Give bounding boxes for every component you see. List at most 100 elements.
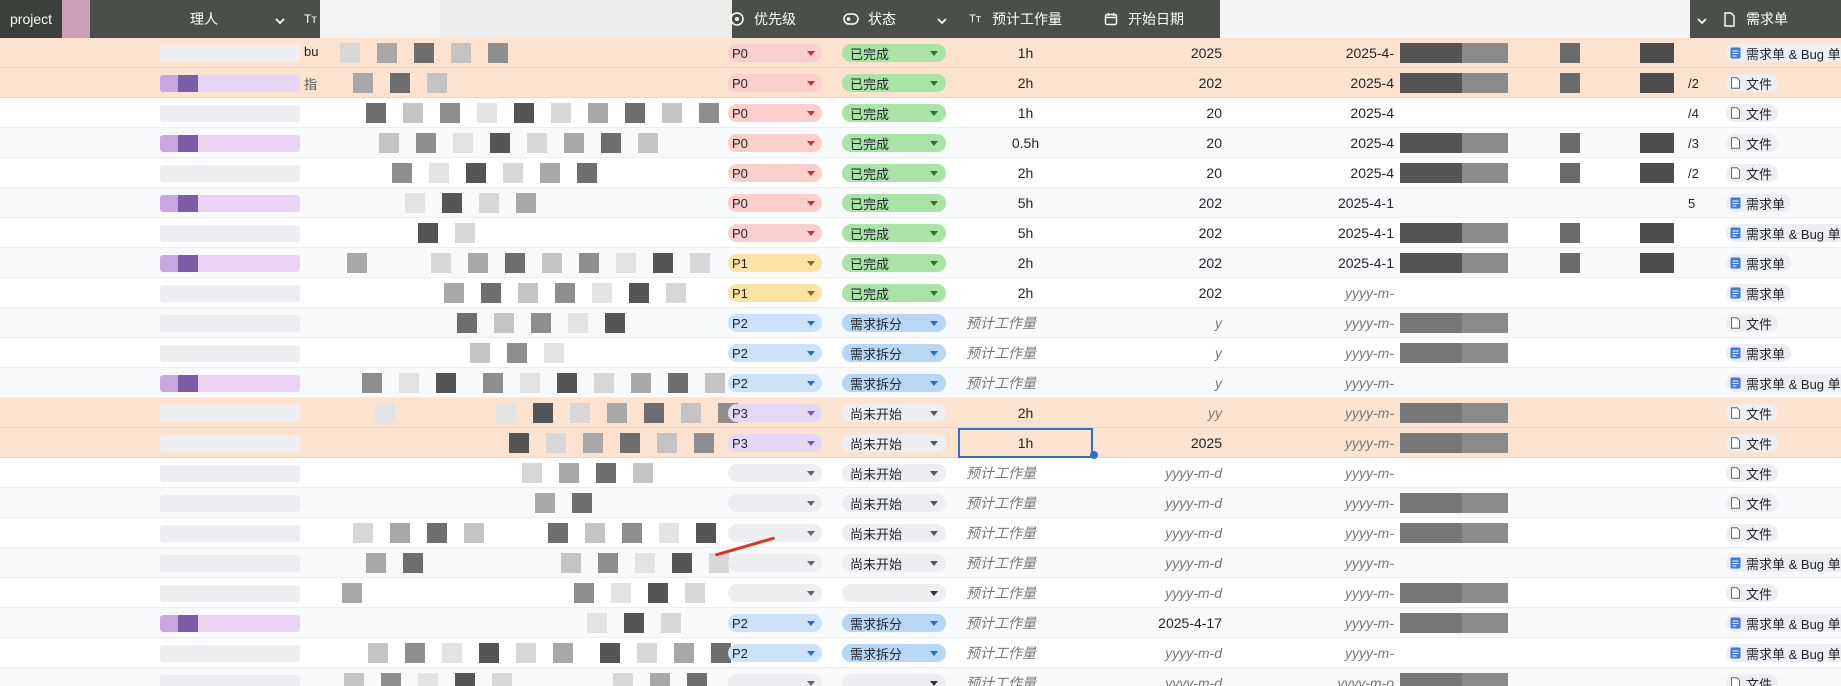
effort-cell[interactable]: 2h bbox=[958, 278, 1093, 308]
chevron-down-icon[interactable] bbox=[936, 13, 948, 29]
priority-cell[interactable]: P2 bbox=[728, 338, 824, 368]
requirement-cell[interactable]: 文件 bbox=[1720, 158, 1841, 188]
start-date-cell[interactable]: y bbox=[1100, 368, 1240, 398]
status-select[interactable]: 已完成 bbox=[842, 104, 946, 122]
start-date-cell[interactable]: yy bbox=[1100, 398, 1240, 428]
requirement-tag[interactable]: 文件 bbox=[1726, 494, 1779, 512]
start-date-cell[interactable]: 202 bbox=[1100, 278, 1240, 308]
header-owner[interactable]: 理人 bbox=[150, 0, 298, 38]
header-chevron[interactable] bbox=[1686, 0, 1716, 38]
requirement-cell[interactable]: 需求单 & Bug 单 bbox=[1720, 548, 1841, 578]
effort-cell[interactable]: 0.5h bbox=[958, 128, 1093, 158]
chevron-down-icon[interactable] bbox=[807, 530, 815, 536]
requirement-cell[interactable]: 需求单 & Bug 单 bbox=[1720, 38, 1841, 68]
end-date-cell[interactable]: yyyy-m- bbox=[1260, 278, 1400, 308]
status-select[interactable]: 已完成 bbox=[842, 134, 946, 152]
effort-cell[interactable]: 预计工作量 bbox=[958, 518, 1093, 548]
requirement-tag[interactable]: 需求单 & Bug 单 bbox=[1726, 554, 1841, 572]
chevron-down-icon[interactable] bbox=[930, 50, 938, 56]
chevron-down-icon[interactable] bbox=[274, 13, 286, 29]
requirement-tag[interactable]: 文件 bbox=[1726, 434, 1779, 452]
start-date-cell[interactable]: 2025 bbox=[1100, 428, 1240, 458]
requirement-tag[interactable]: 需求单 bbox=[1726, 194, 1792, 212]
requirement-tag[interactable]: 需求单 & Bug 单 bbox=[1726, 614, 1841, 632]
chevron-down-icon[interactable] bbox=[930, 200, 938, 206]
priority-select[interactable]: P0 bbox=[728, 44, 822, 62]
chevron-down-icon[interactable] bbox=[807, 110, 815, 116]
status-cell[interactable] bbox=[842, 578, 948, 608]
chevron-down-icon[interactable] bbox=[807, 290, 815, 296]
effort-cell[interactable]: 预计工作量 bbox=[958, 608, 1093, 638]
priority-cell[interactable] bbox=[728, 488, 824, 518]
priority-select[interactable]: P0 bbox=[728, 194, 822, 212]
chevron-down-icon[interactable] bbox=[807, 320, 815, 326]
status-cell[interactable]: 已完成 bbox=[842, 188, 948, 218]
requirement-cell[interactable]: 需求单 bbox=[1720, 188, 1841, 218]
requirement-cell[interactable]: 文件 bbox=[1720, 98, 1841, 128]
status-select[interactable]: 已完成 bbox=[842, 284, 946, 302]
effort-cell[interactable]: 预计工作量 bbox=[958, 668, 1093, 686]
priority-select[interactable]: P0 bbox=[728, 134, 822, 152]
chevron-down-icon[interactable] bbox=[930, 500, 938, 506]
table-row[interactable]: P2 需求拆分 预计工作量 y yyyy-m- 需求单 bbox=[0, 338, 1841, 368]
link-fragment[interactable]: 5 bbox=[1688, 188, 1708, 218]
start-date-cell[interactable]: yyyy-m-d bbox=[1100, 578, 1240, 608]
chevron-down-icon[interactable] bbox=[930, 380, 938, 386]
priority-select[interactable]: P3 bbox=[728, 404, 822, 422]
requirement-tag[interactable]: 文件 bbox=[1726, 404, 1779, 422]
status-select[interactable]: 需求拆分 bbox=[842, 374, 946, 392]
status-select[interactable]: 需求拆分 bbox=[842, 644, 946, 662]
status-cell[interactable]: 已完成 bbox=[842, 218, 948, 248]
status-cell[interactable]: 尚未开始 bbox=[842, 518, 948, 548]
start-date-cell[interactable]: 202 bbox=[1100, 248, 1240, 278]
start-date-cell[interactable]: yyyy-m-d bbox=[1100, 548, 1240, 578]
priority-select[interactable] bbox=[728, 674, 822, 686]
end-date-cell[interactable]: 2025-4 bbox=[1260, 68, 1400, 98]
requirement-tag[interactable]: 文件 bbox=[1726, 464, 1779, 482]
priority-select[interactable]: P2 bbox=[728, 614, 822, 632]
chevron-down-icon[interactable] bbox=[930, 290, 938, 296]
table-row[interactable]: P0 已完成 2h 202 2025-4/2 文件 bbox=[0, 68, 1841, 98]
priority-cell[interactable] bbox=[728, 458, 824, 488]
effort-cell[interactable]: 预计工作量 bbox=[958, 638, 1093, 668]
start-date-cell[interactable]: y bbox=[1100, 338, 1240, 368]
priority-select[interactable]: P3 bbox=[728, 434, 822, 452]
priority-select[interactable] bbox=[728, 464, 822, 482]
end-date-cell[interactable]: yyyy-m- bbox=[1260, 398, 1400, 428]
chevron-down-icon[interactable] bbox=[930, 230, 938, 236]
end-date-cell[interactable]: yyyy-m- bbox=[1260, 428, 1400, 458]
priority-select[interactable]: P1 bbox=[728, 254, 822, 272]
requirement-cell[interactable]: 文件 bbox=[1720, 578, 1841, 608]
status-cell[interactable]: 需求拆分 bbox=[842, 368, 948, 398]
end-date-cell[interactable]: 2025-4-1 bbox=[1260, 188, 1400, 218]
start-date-cell[interactable]: yyyy-m-d bbox=[1100, 638, 1240, 668]
end-date-cell[interactable]: 2025-4-1 bbox=[1260, 218, 1400, 248]
chevron-down-icon[interactable] bbox=[930, 590, 938, 596]
status-cell[interactable]: 需求拆分 bbox=[842, 608, 948, 638]
link-fragment[interactable]: /4 bbox=[1688, 98, 1708, 128]
status-select[interactable]: 尚未开始 bbox=[842, 464, 946, 482]
chevron-down-icon[interactable] bbox=[807, 650, 815, 656]
priority-cell[interactable] bbox=[728, 668, 824, 686]
end-date-cell[interactable]: yyyy-m- bbox=[1260, 638, 1400, 668]
priority-select[interactable]: P0 bbox=[728, 74, 822, 92]
requirement-cell[interactable]: 需求单 bbox=[1720, 248, 1841, 278]
effort-cell[interactable]: 预计工作量 bbox=[958, 338, 1093, 368]
start-date-cell[interactable]: 202 bbox=[1100, 188, 1240, 218]
requirement-tag[interactable]: 文件 bbox=[1726, 674, 1779, 686]
status-select[interactable]: 已完成 bbox=[842, 254, 946, 272]
table-row[interactable]: P3 尚未开始 2h yy yyyy-m- 文件 bbox=[0, 398, 1841, 428]
end-date-cell[interactable]: yyyy-m- bbox=[1260, 578, 1400, 608]
chevron-down-icon[interactable] bbox=[930, 110, 938, 116]
priority-select[interactable]: P0 bbox=[728, 164, 822, 182]
chevron-down-icon[interactable] bbox=[807, 560, 815, 566]
requirement-tag[interactable]: 文件 bbox=[1726, 134, 1779, 152]
priority-cell[interactable] bbox=[728, 578, 824, 608]
priority-cell[interactable]: P2 bbox=[728, 368, 824, 398]
chevron-down-icon[interactable] bbox=[807, 440, 815, 446]
chevron-down-icon[interactable] bbox=[1696, 13, 1708, 29]
effort-cell[interactable]: 预计工作量 bbox=[958, 308, 1093, 338]
chevron-down-icon[interactable] bbox=[930, 470, 938, 476]
effort-cell[interactable]: 2h bbox=[958, 398, 1093, 428]
priority-cell[interactable]: P1 bbox=[728, 278, 824, 308]
